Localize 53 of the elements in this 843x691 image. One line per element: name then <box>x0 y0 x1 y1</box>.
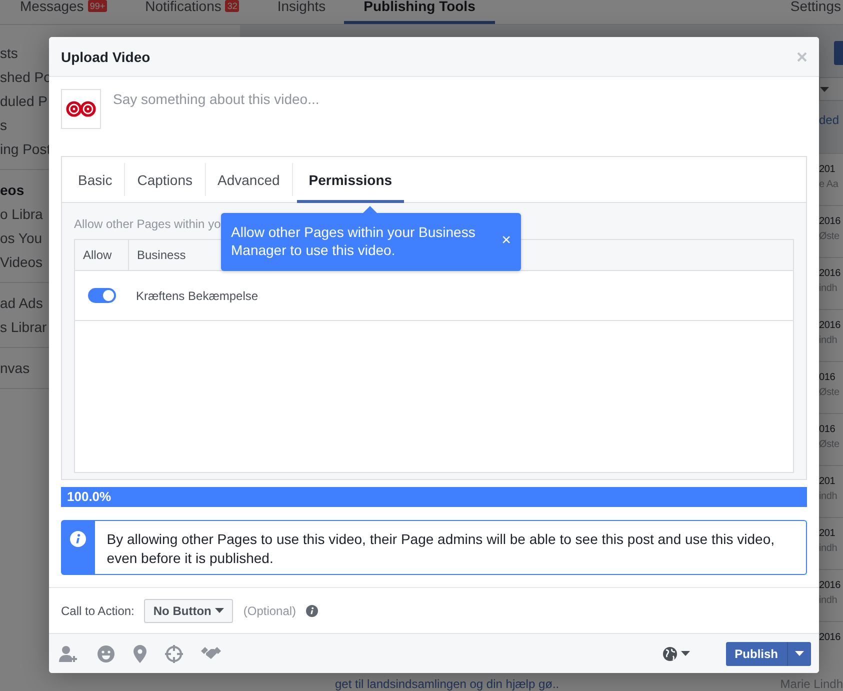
call-to-action-label: Call to Action: <box>61 604 134 618</box>
optional-hint: (Optional) <box>243 604 296 618</box>
smiley-icon[interactable] <box>97 644 115 662</box>
nav-tab[interactable]: Insights <box>257 0 326 24</box>
toggle-switch[interactable] <box>88 288 116 303</box>
call-to-action-dropdown[interactable]: No Button <box>144 598 234 622</box>
list-row[interactable]: 2016 <box>819 621 843 673</box>
nav-tab[interactable]: Settings <box>770 0 843 24</box>
caret-icon <box>215 608 224 613</box>
info-icon[interactable] <box>306 604 318 616</box>
nav-tab[interactable]: Messages 99+ <box>20 0 108 24</box>
column-header: Business <box>136 247 187 264</box>
row-date: 2016 <box>819 631 842 645</box>
row-date: 016 <box>819 423 836 437</box>
audience-selector[interactable] <box>662 646 690 660</box>
row-date: 201 <box>819 163 836 177</box>
close-icon[interactable] <box>797 52 807 62</box>
count-badge: 32 <box>225 0 240 12</box>
dropdown[interactable] <box>819 77 843 101</box>
tab[interactable]: Basic <box>66 163 126 196</box>
row-date: 2016 <box>819 267 842 281</box>
nav-tab[interactable]: Notifications 32 <box>125 0 240 24</box>
tab[interactable]: Advanced <box>206 163 293 196</box>
info-icon <box>70 531 86 547</box>
row-date: 201 <box>819 527 836 541</box>
tooltip-text: Allow other Pages within your Business Manager to use this video. <box>231 223 476 259</box>
permissions-description: Allow other Pages within yo <box>74 217 221 231</box>
close-button[interactable]: × <box>502 223 511 259</box>
row-date: 2016 <box>819 215 842 229</box>
dialog-title: Upload Video <box>61 48 150 64</box>
row-date: 2016 <box>819 319 842 333</box>
table-cell-text: Kræftens Bekæmpelse <box>135 288 258 302</box>
row-date: 016 <box>819 371 836 385</box>
handshake-icon[interactable] <box>201 646 221 662</box>
post-text[interactable]: get til landsindsamlingen og din hjælp gø.. <box>335 677 560 691</box>
tab[interactable]: Captions <box>125 163 206 196</box>
location-pin-icon[interactable] <box>133 644 147 662</box>
row-date: 201 <box>819 475 836 489</box>
globe-icon <box>662 646 677 660</box>
caret-icon <box>795 651 804 656</box>
row-date: 2016 <box>819 579 842 593</box>
link[interactable]: ded <box>819 113 843 127</box>
caret-icon <box>680 651 690 656</box>
column-header: Allow <box>75 240 129 270</box>
progress-label: 100.0% <box>67 488 112 506</box>
person-add-icon[interactable] <box>59 644 79 662</box>
loop-logo-icon <box>65 101 97 117</box>
notice-text: By allowing other Pages to use this video, their Page admins will be able to see this post and use this video, even before it is published. <box>106 530 776 568</box>
crosshair-icon[interactable] <box>165 644 183 662</box>
tab[interactable]: Permissions <box>296 157 404 203</box>
nav-tab[interactable]: Publishing Tools <box>344 0 496 24</box>
count-badge: 99+ <box>88 0 108 12</box>
caret-icon <box>820 86 829 92</box>
